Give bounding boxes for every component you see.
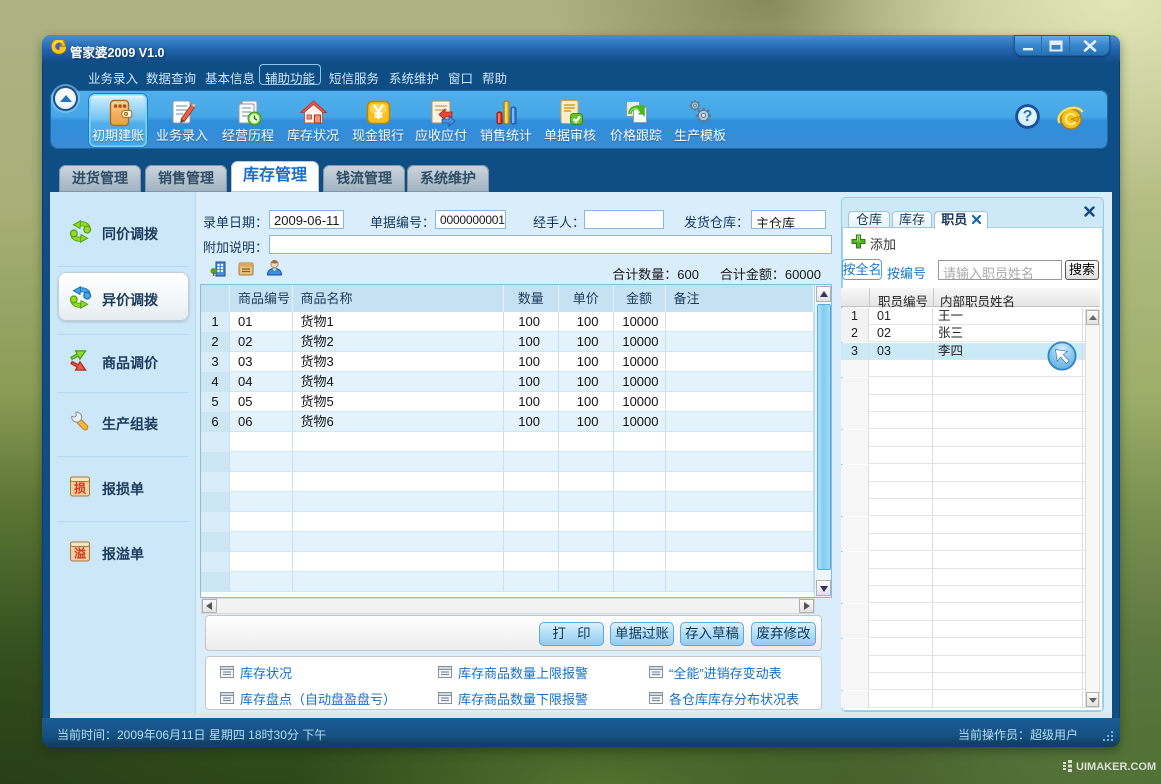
svg-text:溢: 溢	[74, 545, 86, 562]
svg-text:损: 损	[74, 479, 86, 496]
